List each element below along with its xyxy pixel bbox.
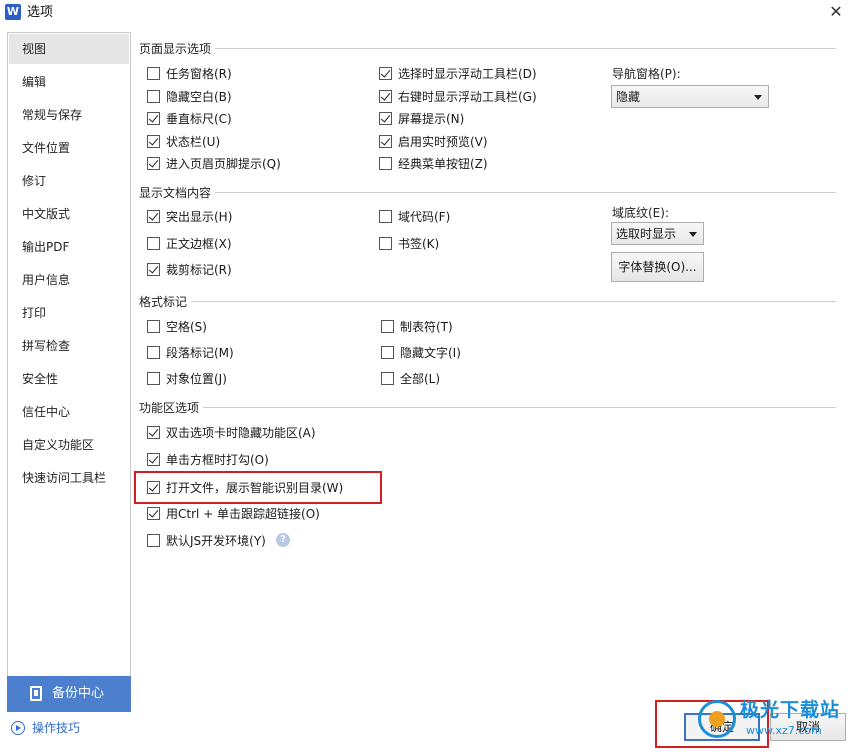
checkbox-box[interactable] [379,90,392,103]
checkbox-label: 对象位置(J) [166,372,227,386]
chevron-down-icon [754,95,762,100]
sidebar-item-print[interactable]: 打印 [9,298,129,328]
checkbox-box[interactable] [381,372,394,385]
checkbox-box[interactable] [147,263,160,276]
sidebar-item-general-save[interactable]: 常规与保存 [9,100,129,130]
field-shading-value: 选取时显示 [616,227,677,241]
checkbox-label: 状态栏(U) [166,135,221,149]
sidebar-item-user-info[interactable]: 用户信息 [9,265,129,295]
checkbox-box[interactable] [381,320,394,333]
sidebar-item-revision[interactable]: 修订 [9,166,129,196]
checkbox-box[interactable] [147,112,160,125]
sidebar-item-file-location[interactable]: 文件位置 [9,133,129,163]
sidebar-item-chinese-layout[interactable]: 中文版式 [9,199,129,229]
checkbox-label: 域代码(F) [398,210,451,224]
sidebar-item-security[interactable]: 安全性 [9,364,129,394]
checkbox-label: 隐藏空白(B) [166,90,232,104]
checkbox-label: 空格(S) [166,320,207,334]
nav-pane-label: 导航窗格(P): [612,67,681,81]
annotation-highlight-smart-toc [134,471,382,504]
checkbox-box[interactable] [379,135,392,148]
cancel-button[interactable]: 取消 [770,713,846,741]
checkbox-label: 正文边框(X) [166,237,232,251]
checkbox-box[interactable] [381,346,394,359]
checkbox-box[interactable] [147,507,160,520]
checkbox-box[interactable] [147,157,160,170]
sidebar-item-edit[interactable]: 编辑 [9,67,129,97]
checkbox-label: 制表符(T) [400,320,453,334]
field-shading-dropdown[interactable]: 选取时显示 [611,222,704,245]
checkbox-box[interactable] [147,320,160,333]
checkbox-label: 默认JS开发环境(Y) [166,534,266,548]
sidebar-item-quick-access-toolbar[interactable]: 快速访问工具栏 [9,463,129,493]
annotation-highlight-ok [655,700,769,748]
checkbox-box[interactable] [147,135,160,148]
checkbox-box[interactable] [147,90,160,103]
checkbox-box[interactable] [147,67,160,80]
section-divider [140,192,836,193]
options-sidebar: 视图 编辑 常规与保存 文件位置 修订 中文版式 输出PDF 用户信息 打印 拼… [7,32,131,712]
sidebar-item-spell-check[interactable]: 拼写检查 [9,331,129,361]
checkbox-box[interactable] [147,372,160,385]
backup-center-button[interactable]: 备份中心 [7,676,131,712]
section-divider [140,407,836,408]
checkbox-label: 右键时显示浮动工具栏(G) [398,90,537,104]
checkbox-box[interactable] [147,210,160,223]
section-title-page-display: 页面显示选项 [139,41,216,57]
checkbox-box[interactable] [379,112,392,125]
checkbox-box[interactable] [379,210,392,223]
sidebar-item-view[interactable]: 视图 [9,34,129,64]
checkbox-label: 隐藏文字(I) [400,346,461,360]
sidebar-item-output-pdf[interactable]: 输出PDF [9,232,129,262]
checkbox-label: 书签(K) [398,237,440,251]
checkbox-label: 经典菜单按钮(Z) [398,157,488,171]
section-title-format-marks: 格式标记 [139,294,192,310]
close-icon[interactable]: ✕ [825,2,847,22]
play-icon [11,721,25,735]
help-icon[interactable]: ? [276,533,290,547]
checkbox-label: 进入页眉页脚提示(Q) [166,157,281,171]
nav-pane-dropdown[interactable]: 隐藏 [611,85,769,108]
wps-writer-icon: W [5,4,21,20]
section-divider [140,301,836,302]
checkbox-label: 突出显示(H) [166,210,233,224]
checkbox-label: 段落标记(M) [166,346,234,360]
field-shading-label: 域底纹(E): [612,206,669,220]
nav-pane-value: 隐藏 [616,90,641,104]
checkbox-box[interactable] [147,534,160,547]
checkbox-box[interactable] [379,237,392,250]
sidebar-item-customize-ribbon[interactable]: 自定义功能区 [9,430,129,460]
checkbox-label: 用Ctrl + 单击跟踪超链接(O) [166,507,320,521]
backup-center-label: 备份中心 [52,686,105,701]
checkbox-box[interactable] [379,157,392,170]
checkbox-box[interactable] [379,67,392,80]
chevron-down-icon [689,232,697,237]
window-title: 选项 [27,5,54,20]
checkbox-label: 裁剪标记(R) [166,263,232,277]
checkbox-label: 启用实时预览(V) [398,135,488,149]
backup-icon [30,686,42,701]
font-replace-button[interactable]: 字体替换(O)... [611,252,704,282]
sidebar-item-trust-center[interactable]: 信任中心 [9,397,129,427]
checkbox-label: 选择时显示浮动工具栏(D) [398,67,537,81]
title-bar: W 选项 ✕ [0,0,855,26]
checkbox-box[interactable] [147,426,160,439]
checkbox-label: 全部(L) [400,372,441,386]
operation-tips-label: 操作技巧 [32,721,81,735]
checkbox-box[interactable] [147,237,160,250]
checkbox-label: 双击选项卡时隐藏功能区(A) [166,426,316,440]
section-title-ribbon: 功能区选项 [139,400,204,416]
section-title-doc-content: 显示文档内容 [139,185,216,201]
section-divider [140,48,836,49]
checkbox-label: 屏幕提示(N) [398,112,465,126]
checkbox-box[interactable] [147,453,160,466]
checkbox-label: 垂直标尺(C) [166,112,232,126]
checkbox-label: 任务窗格(R) [166,67,232,81]
checkbox-box[interactable] [147,346,160,359]
checkbox-label: 单击方框时打勾(O) [166,453,269,467]
